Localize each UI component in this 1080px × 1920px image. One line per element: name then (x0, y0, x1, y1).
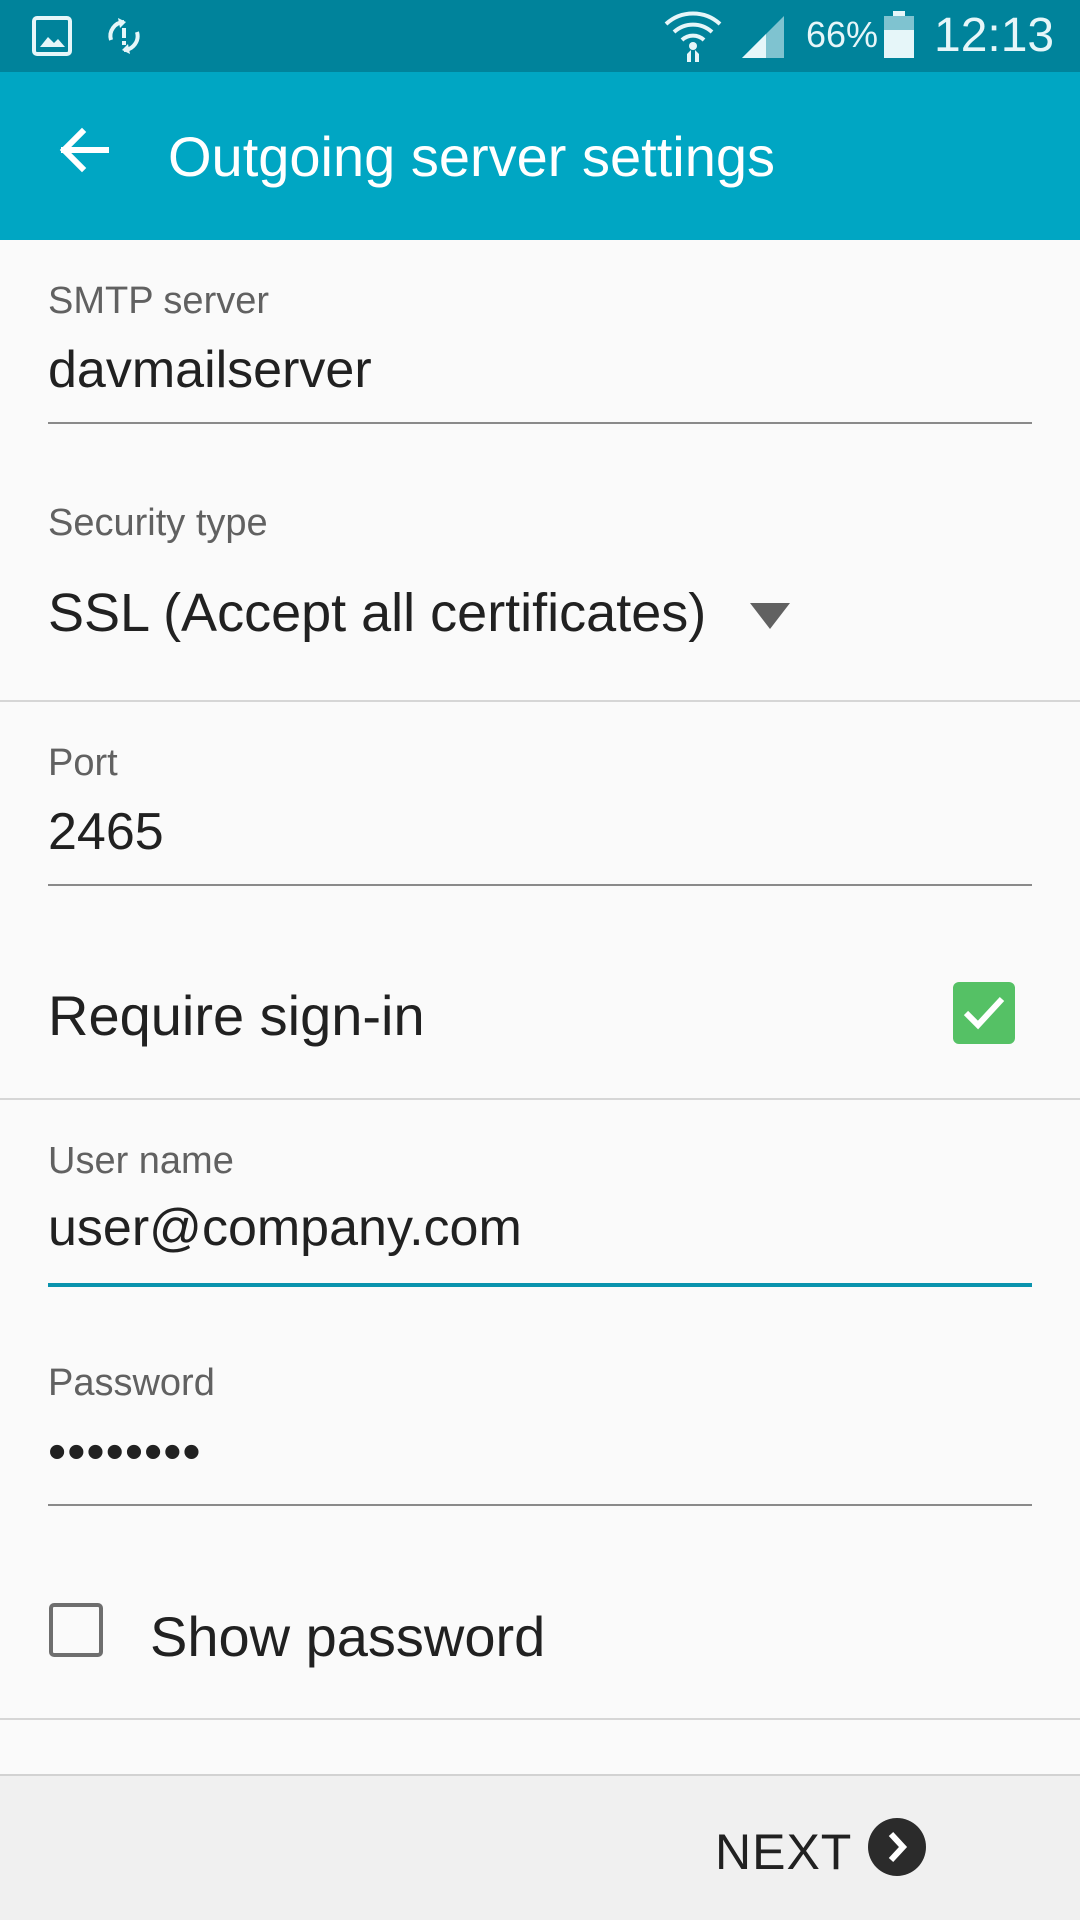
smtp-server-input[interactable]: davmailserver (48, 330, 1032, 422)
username-value: user@company.com (48, 1199, 522, 1257)
arrow-back-icon (59, 127, 109, 173)
divider (0, 700, 1080, 702)
port-input[interactable]: 2465 (48, 792, 1032, 884)
port-value: 2465 (48, 803, 164, 861)
require-signin-label: Require sign-in (48, 984, 425, 1047)
dropdown-arrow-icon (750, 603, 790, 629)
divider (0, 1098, 1080, 1100)
require-signin-checkbox[interactable] (953, 982, 1015, 1044)
port-label: Port (48, 742, 118, 784)
port-underline (48, 884, 1032, 886)
chevron-right-icon (868, 1818, 926, 1876)
back-button[interactable] (44, 110, 124, 190)
wifi-icon (664, 11, 722, 62)
clock: 12:13 (934, 9, 1055, 62)
password-underline (48, 1504, 1032, 1506)
username-input[interactable]: user@company.com (48, 1194, 1032, 1284)
password-input[interactable]: •••••••• (48, 1412, 1032, 1504)
security-type-label: Security type (48, 502, 268, 544)
gallery-notification-icon (32, 16, 72, 56)
smtp-server-underline (48, 422, 1032, 424)
show-password-checkbox[interactable] (49, 1603, 103, 1657)
username-label: User name (48, 1140, 234, 1182)
divider (0, 1718, 1080, 1720)
next-label: NEXT (715, 1824, 853, 1880)
sync-icon (108, 18, 140, 54)
battery-percent: 66% (806, 14, 879, 55)
battery-icon (884, 11, 914, 58)
page-title: Outgoing server settings (168, 125, 775, 188)
smtp-server-label: SMTP server (48, 280, 270, 322)
status-bar: 66% 12:13 (0, 0, 1080, 72)
password-value: •••••••• (48, 1423, 202, 1481)
signal-icon (742, 16, 784, 58)
show-password-label: Show password (150, 1605, 546, 1668)
password-label: Password (48, 1362, 215, 1404)
security-type-value: SSL (Accept all certificates) (48, 583, 707, 643)
security-type-dropdown[interactable]: Security type SSL (Accept all certificat… (0, 502, 1080, 700)
checkmark-icon (963, 996, 1005, 1030)
username-underline (48, 1283, 1032, 1287)
smtp-server-value: davmailserver (48, 341, 372, 399)
